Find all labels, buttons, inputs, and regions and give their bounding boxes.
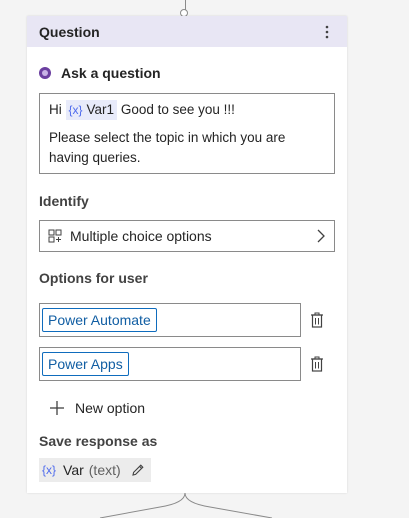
new-option-label: New option bbox=[75, 400, 146, 416]
save-variable-name: Var bbox=[63, 462, 84, 478]
node-header: Question bbox=[27, 16, 347, 47]
save-response-label: Save response as bbox=[39, 433, 158, 449]
new-option-button[interactable]: New option bbox=[49, 400, 335, 416]
chevron-right-icon bbox=[317, 229, 325, 243]
question-icon bbox=[39, 67, 51, 79]
connector-lines-bottom bbox=[99, 493, 273, 518]
message-suffix: Good to see you !!! bbox=[120, 102, 235, 117]
option-chip[interactable]: Power Automate bbox=[42, 308, 157, 332]
options-label: Options for user bbox=[39, 270, 148, 286]
save-variable-type: (text) bbox=[88, 462, 121, 478]
option-row: Power Apps bbox=[39, 347, 335, 381]
trash-icon[interactable] bbox=[310, 356, 324, 372]
identify-label: Identify bbox=[39, 193, 89, 209]
edit-pencil-icon[interactable] bbox=[131, 463, 145, 477]
option-chip[interactable]: Power Apps bbox=[42, 352, 129, 376]
message-prefix: Hi bbox=[49, 102, 62, 117]
option-row: Power Automate bbox=[39, 303, 335, 337]
grid-icon bbox=[48, 229, 62, 243]
message-line-2: Please select the topic in which you are… bbox=[49, 130, 286, 165]
node-title: Question bbox=[39, 23, 100, 40]
question-message-editor[interactable]: Hi {x} Var1 Good to see you !!! Please s… bbox=[39, 93, 335, 174]
message-variable-name: Var1 bbox=[86, 102, 115, 117]
save-variable-chip[interactable]: {x} Var (text) bbox=[39, 458, 151, 482]
identify-value: Multiple choice options bbox=[70, 228, 212, 244]
ask-question-label: Ask a question bbox=[61, 65, 161, 81]
question-node-card: Question Ask a question Hi {x} Var1 Good… bbox=[27, 16, 347, 493]
more-options-icon[interactable] bbox=[319, 22, 335, 42]
identify-select[interactable]: Multiple choice options bbox=[39, 220, 335, 252]
message-variable-chip[interactable]: {x} Var1 bbox=[65, 100, 118, 120]
plus-icon bbox=[50, 401, 64, 415]
trash-icon[interactable] bbox=[310, 312, 324, 328]
ask-question-row: Ask a question bbox=[39, 65, 335, 81]
variable-icon: {x} bbox=[42, 463, 57, 477]
option-input[interactable]: Power Apps bbox=[39, 347, 301, 381]
option-input[interactable]: Power Automate bbox=[39, 303, 301, 337]
variable-icon: {x} bbox=[68, 103, 83, 117]
